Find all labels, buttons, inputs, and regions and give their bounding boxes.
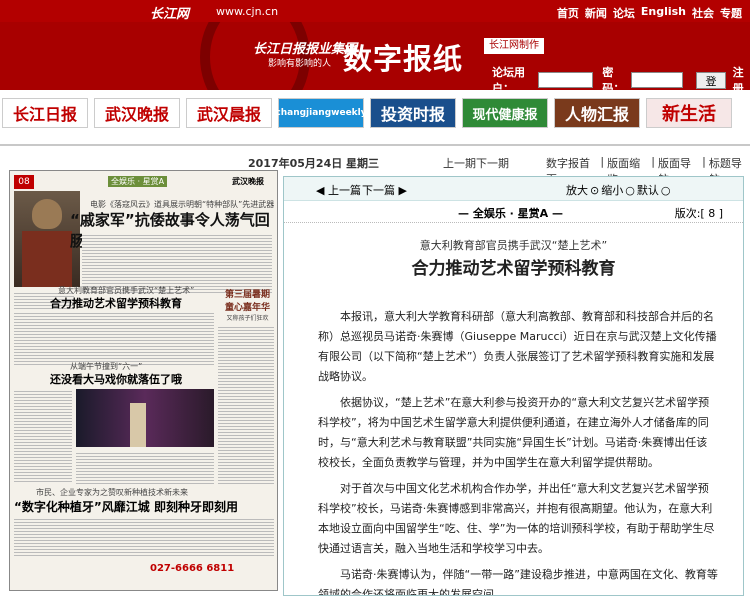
article-body: 本报讯，意大利大学教育科研部（意大利高教部、教育部和科技部合并后的名称）总巡视员… — [318, 307, 718, 596]
username-input[interactable] — [538, 72, 594, 88]
paper-name: 长江日报 — [12, 105, 77, 124]
login-button[interactable]: 登陆 — [696, 71, 726, 89]
default-label: 默认 — [636, 184, 659, 197]
divider — [0, 144, 750, 146]
nav-society[interactable]: 社会 — [692, 5, 714, 21]
np-box-sub: 又称孩子们狂欢 — [226, 315, 269, 322]
page-number: 08 — [14, 175, 34, 189]
password-input[interactable] — [631, 72, 684, 88]
paper-name: 现代健康报 — [472, 107, 538, 123]
issue-date: 2017年05月24日 星期三 — [248, 157, 380, 170]
nav-topics[interactable]: 专题 — [720, 5, 742, 21]
helmet — [32, 199, 62, 229]
zoom-in-radio[interactable]: ⊙ — [590, 184, 599, 197]
performer — [130, 403, 146, 447]
paper-wuhan-morning[interactable]: 武汉晨报 — [186, 98, 272, 128]
zoom-out-radio[interactable]: ○ — [625, 184, 635, 197]
np-hotline: 027-6666 6811 — [150, 563, 235, 574]
header-banner: 长江日报报业集团 影响有影响的人 数字报纸 长江网制作 论坛用户： 密码： 登陆… — [0, 22, 750, 90]
nav-english[interactable]: English — [641, 5, 686, 21]
paper-name: 投资时报 — [380, 105, 445, 124]
register-link[interactable]: 注册 — [733, 64, 750, 90]
default-radio[interactable]: ○ — [661, 184, 671, 197]
page-number-label: 版次:[ 8 ] — [674, 207, 723, 220]
paper-changjiang-weekly[interactable]: changjiangweekly — [275, 98, 367, 128]
page-title: 数字报纸 — [343, 42, 464, 76]
article-paragraph: 依据协议，“楚上艺术”在意大利参与投资开办的“意大利文艺复兴艺术留学预科学校”，… — [318, 396, 710, 469]
top-bar: 长江网 www.cjn.cn 首页 新闻 论坛 English 社会 专题 — [0, 0, 750, 22]
paper-name: 武汉晨报 — [196, 105, 261, 124]
next-article-link[interactable]: 下一篇 ▶ — [362, 182, 407, 198]
np-box-title2: 童心嘉年华 — [224, 303, 270, 313]
article-subtitle: 意大利教育部官员携手武汉“楚上艺术” — [419, 239, 608, 252]
next-issue-link[interactable]: 下一期 — [476, 155, 509, 171]
section-name: 全娱乐 · 星赏A — [472, 207, 549, 220]
np-box: 第三届暑期 童心嘉年华 又称孩子们狂欢 — [220, 287, 275, 323]
np-box-title1: 第三届暑期 — [224, 290, 270, 300]
nav-news[interactable]: 新闻 — [585, 5, 607, 21]
paper-wuhan-evening[interactable]: 武汉晚报 — [94, 98, 180, 128]
circus-photo — [76, 389, 214, 447]
zoom-in-label: 放大 — [566, 184, 588, 197]
np-section: 全娱乐 · 星赏A — [108, 176, 168, 187]
next-article-label: 下一篇 — [362, 184, 395, 197]
top-nav: 首页 新闻 论坛 English 社会 专题 — [557, 5, 742, 21]
np-text-block — [82, 233, 272, 293]
section-bar: — 全娱乐 · 星赏A — 版次:[ 8 ] — [284, 201, 743, 223]
newspaper-list: 长江日报 武汉晚报 武汉晨报 changjiangweekly 投资时报 现代健… — [0, 98, 750, 132]
paper-modern-health[interactable]: 现代健康报 — [462, 98, 548, 128]
paper-name: 人物汇报 — [564, 105, 629, 124]
prev-article-link[interactable]: ◀ 上一篇 — [316, 182, 361, 198]
np-masthead: 武汉晚报 — [232, 177, 264, 186]
article-title: 合力推动艺术留学预科教育 — [411, 259, 616, 279]
site-url[interactable]: www.cjn.cn — [216, 5, 278, 18]
prev-issue-link[interactable]: 上一期 — [443, 155, 476, 171]
nav-home[interactable]: 首页 — [557, 5, 579, 21]
zoom-out-label: 缩小 — [601, 184, 624, 197]
paper-new-life[interactable]: 新生活 — [646, 98, 732, 128]
site-logo[interactable]: 长江网 — [150, 3, 189, 22]
paper-changjiang-daily[interactable]: 长江日报 — [2, 98, 88, 128]
np-text-block — [14, 517, 274, 557]
article-paragraph: 对于首次与中国文化艺术机构合作办学，并出任“意大利文艺复兴艺术留学预科学校”校长… — [318, 482, 715, 555]
made-by-badge: 长江网制作 — [484, 38, 544, 54]
np-text-block — [76, 451, 214, 485]
article-paragraph: 本报讯，意大利大学教育科研部（意大利高教部、教育部和科技部合并后的名称）总巡视员… — [318, 310, 717, 383]
login-form: 论坛用户： 密码： 登陆 注册 — [492, 64, 750, 90]
np-text-block — [218, 325, 274, 485]
np-headline4: “数字化种植牙”风靡江城 即刻种牙即刻用 — [14, 500, 238, 514]
paper-name: 新生活 — [662, 104, 716, 125]
np-text-block — [14, 311, 214, 367]
newspaper-page-image[interactable]: 08 全娱乐 · 星赏A 武汉晚报 电影《落寇风云》道具展示明朝“特种部队”先进… — [9, 170, 278, 591]
username-label: 论坛用户： — [492, 66, 525, 90]
paper-investment-times[interactable]: 投资时报 — [370, 98, 456, 128]
paper-people-report[interactable]: 人物汇报 — [554, 98, 640, 128]
article-panel: ◀ 上一篇 下一篇 ▶ 放大 ⊙ 缩小 ○ 默认 ○ — 全娱乐 · 星赏A — 版次… — [283, 176, 744, 596]
np-headline4-sub: 市民、企业专家为之赞叹新种植技术新未来 — [36, 488, 188, 497]
np-text-block — [14, 389, 72, 484]
group-brand: 长江日报报业集团 — [253, 42, 358, 57]
armor — [22, 231, 72, 287]
section-title: — 全娱乐 · 星赏A — — [458, 207, 564, 220]
font-size-controls: 放大 ⊙ 缩小 ○ 默认 ○ — [566, 182, 670, 198]
np-headline2: 合力推动艺术留学预科教育 — [50, 297, 182, 310]
article-toolbar: ◀ 上一篇 下一篇 ▶ 放大 ⊙ 缩小 ○ 默认 ○ — [284, 177, 743, 201]
paper-name: changjiangweekly — [275, 108, 367, 118]
group-slogan: 影响有影响的人 — [268, 59, 332, 69]
article-paragraph: 马诺奇·朱赛博认为，伴随“一带一路”建设稳步推进，中意两国在文化、教育等领域的合… — [318, 568, 718, 596]
prev-article-label: 上一篇 — [327, 184, 361, 197]
password-label: 密码： — [602, 66, 625, 90]
paper-name: 武汉晚报 — [104, 105, 169, 124]
np-headline3: 还没看大马戏你就落伍了哦 — [50, 373, 182, 386]
nav-forum[interactable]: 论坛 — [613, 5, 635, 21]
